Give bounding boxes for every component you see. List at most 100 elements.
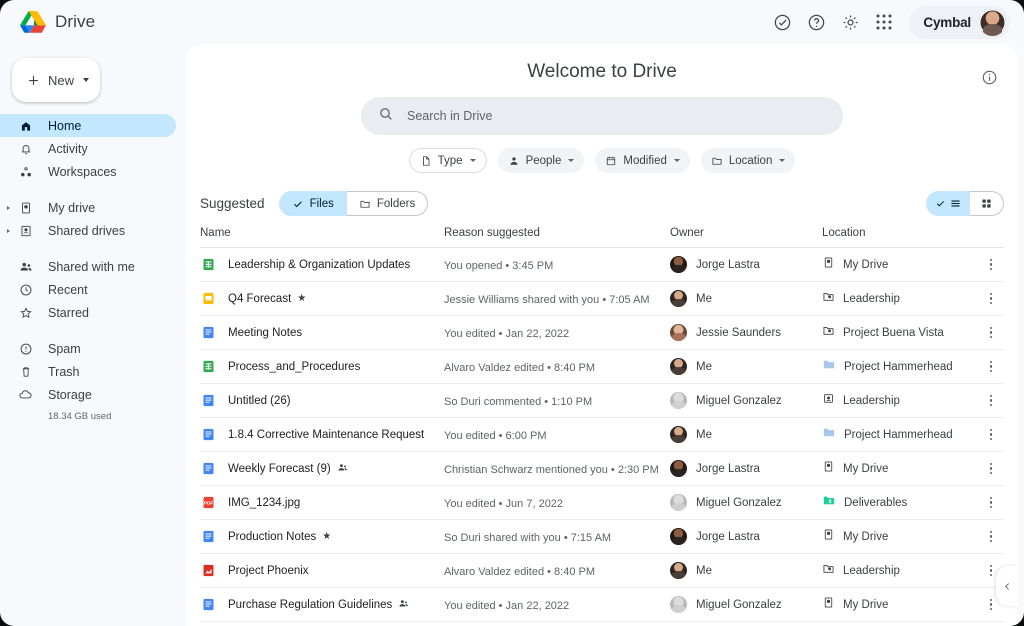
file-name: 1.8.4 Corrective Maintenance Request	[228, 428, 425, 441]
cell-location[interactable]: Project Hammerhead	[822, 425, 978, 444]
row-menu-button[interactable]	[978, 428, 1004, 441]
grid-view-button[interactable]	[970, 191, 1004, 216]
table-row[interactable]: Meeting Notes You edited • Jan 22, 2022 …	[200, 316, 1004, 350]
sidebar-item-home[interactable]: Home	[0, 114, 176, 137]
filter-chip-type[interactable]: Type	[408, 148, 487, 173]
row-menu-button[interactable]	[978, 530, 1004, 543]
check-circle-icon[interactable]	[767, 7, 797, 37]
collapse-panel-button[interactable]	[996, 566, 1018, 606]
location-name: Project Buena Vista	[843, 326, 944, 339]
cell-name: PDF IMG_1234.jpg	[200, 495, 444, 511]
table-row[interactable]: 1.8.4 Corrective Maintenance Request You…	[200, 418, 1004, 452]
owner-name: Jorge Lastra	[696, 530, 760, 543]
location-name: Deliverables	[844, 496, 908, 509]
cell-location[interactable]: My Drive	[822, 528, 978, 546]
column-header-name[interactable]: Name	[200, 227, 444, 239]
sidebar-item-trash[interactable]: Trash	[0, 360, 176, 383]
sidebar: New Home Activity Workspaces My drive Sh…	[0, 44, 186, 626]
owner-name: Miguel Gonzalez	[696, 394, 782, 407]
table-row[interactable]: Purchase Regulation Guidelines You edite…	[200, 588, 1004, 622]
cell-location[interactable]: My Drive	[822, 256, 978, 274]
sidebar-item-workspaces[interactable]: Workspaces	[0, 160, 176, 183]
suggested-bar: Suggested Files Folders	[200, 191, 1004, 218]
table-row[interactable]: PDF IMG_1234.jpg You edited • Jun 7, 202…	[200, 486, 1004, 520]
sidebar-item-activity[interactable]: Activity	[0, 137, 176, 160]
sidebar-item-my-drive[interactable]: My drive	[0, 196, 176, 219]
cell-location[interactable]: Leadership	[822, 392, 978, 410]
apps-grid-icon[interactable]	[869, 7, 899, 37]
cell-location[interactable]: Deliverables	[822, 493, 978, 512]
cell-location[interactable]: My Drive	[822, 460, 978, 478]
table-row[interactable]: Process_and_Procedures Alvaro Valdez edi…	[200, 350, 1004, 384]
expand-caret-icon[interactable]	[7, 228, 10, 233]
sidebar-item-spam[interactable]: Spam	[0, 337, 176, 360]
new-button[interactable]: New	[12, 58, 100, 102]
gear-icon[interactable]	[835, 7, 865, 37]
info-icon[interactable]	[974, 62, 1004, 92]
table-row[interactable]: Weekly Forecast (9) Christian Schwarz me…	[200, 452, 1004, 486]
avatar[interactable]	[979, 8, 1006, 36]
cell-location[interactable]: My Drive	[822, 596, 978, 614]
cell-location[interactable]: Project Hammerhead	[822, 357, 978, 376]
filter-chip-location[interactable]: Location	[700, 148, 796, 173]
search-placeholder: Search in Drive	[407, 109, 493, 123]
row-menu-button[interactable]	[978, 394, 1004, 407]
table-row[interactable]: Project Phoenix Alvaro Valdez edited • 8…	[200, 554, 1004, 588]
owner-name: Me	[696, 360, 712, 373]
sidebar-item-recent[interactable]: Recent	[0, 278, 176, 301]
column-header-location[interactable]: Location	[822, 227, 978, 239]
sidebar-item-shared-with-me[interactable]: Shared with me	[0, 255, 176, 278]
segment-files[interactable]: Files	[278, 191, 347, 216]
grid-icon	[982, 199, 991, 208]
cell-location[interactable]: Project Buena Vista	[822, 324, 978, 342]
table-header-row: Name Reason suggested Owner Location	[200, 218, 1004, 248]
filter-chip-people[interactable]: People	[497, 148, 585, 173]
owner-name: Miguel Gonzalez	[696, 496, 782, 509]
column-header-owner[interactable]: Owner	[670, 227, 822, 239]
reason-text: Jessie Williams shared with you • 7:05 A…	[444, 293, 650, 306]
reason-text: Christian Schwarz mentioned you • 2:30 P…	[444, 463, 659, 476]
segment-label: Files	[309, 197, 334, 210]
filter-chips: Type People Modified Location	[186, 148, 1018, 173]
cell-name: Process_and_Procedures	[200, 359, 444, 375]
segment-folders[interactable]: Folders	[346, 191, 429, 216]
table-row[interactable]: Leadership & Organization Updates You op…	[200, 248, 1004, 282]
calendar-icon	[607, 156, 616, 165]
row-menu-button[interactable]	[978, 258, 1004, 271]
filter-chip-modified[interactable]: Modified	[595, 148, 690, 173]
table-row[interactable]: Untitled (26) So Duri commented • 1:10 P…	[200, 384, 1004, 418]
star-icon	[18, 305, 33, 320]
my-drive-icon	[822, 596, 835, 614]
expand-caret-icon[interactable]	[7, 205, 10, 210]
shared-drive-icon	[822, 290, 835, 308]
row-menu-button[interactable]	[978, 292, 1004, 305]
folder-blue-icon	[822, 357, 836, 376]
owner-name: Me	[696, 428, 712, 441]
row-menu-button[interactable]	[978, 326, 1004, 339]
more-vert-icon	[989, 598, 993, 611]
starred-icon[interactable]: ★	[322, 531, 331, 542]
row-menu-button[interactable]	[978, 360, 1004, 373]
table-row[interactable]: Production Notes ★ So Duri shared with yo…	[200, 520, 1004, 554]
cell-name: Project Phoenix	[200, 563, 444, 579]
bell-icon	[18, 141, 33, 156]
cell-location[interactable]: Leadership	[822, 562, 978, 580]
file-name: Untitled (26)	[228, 394, 291, 407]
sidebar-item-storage[interactable]: Storage	[0, 383, 176, 406]
chevron-down-icon	[469, 159, 476, 162]
row-menu-button[interactable]	[978, 462, 1004, 475]
docs-icon	[200, 427, 216, 443]
help-icon[interactable]	[801, 7, 831, 37]
row-menu-button[interactable]	[978, 496, 1004, 509]
list-view-button[interactable]	[926, 191, 970, 216]
account-pill[interactable]: Cymbal	[909, 5, 1010, 39]
search-input[interactable]: Search in Drive	[361, 97, 843, 135]
cell-location[interactable]: Leadership	[822, 290, 978, 308]
starred-icon[interactable]: ★	[297, 293, 306, 304]
shared-drive-alt-icon	[822, 392, 835, 410]
sidebar-item-starred[interactable]: Starred	[0, 301, 176, 324]
column-header-reason[interactable]: Reason suggested	[444, 227, 670, 239]
table-row[interactable]: Q4 Forecast ★ Jessie Williams shared with…	[200, 282, 1004, 316]
drive-brand[interactable]: Drive	[0, 10, 95, 34]
sidebar-item-shared-drives[interactable]: Shared drives	[0, 219, 176, 242]
